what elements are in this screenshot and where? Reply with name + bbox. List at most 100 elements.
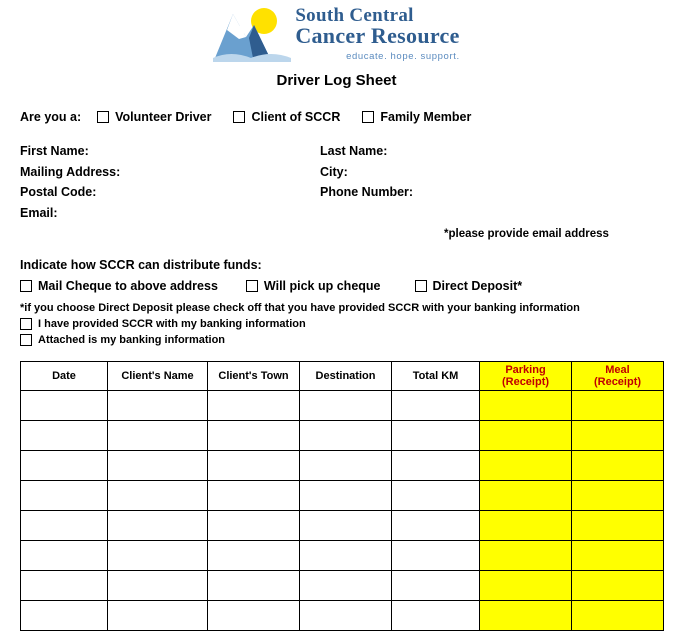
- cell-total-km[interactable]: [391, 509, 480, 541]
- checkbox-option-family-member[interactable]: Family Member: [362, 110, 471, 124]
- checkbox-option-attached-banking-info[interactable]: Attached is my banking information: [20, 332, 653, 348]
- logo-tagline: educate. hope. support.: [346, 50, 460, 62]
- cell-clients-town[interactable]: [207, 539, 300, 571]
- checkbox-option-mail-cheque[interactable]: Mail Cheque to above address: [20, 279, 218, 293]
- cell-total-km[interactable]: [391, 479, 480, 511]
- cell-total-km[interactable]: [391, 389, 480, 421]
- logo-header: South Central Cancer Resource educate. h…: [0, 0, 673, 62]
- cell-date[interactable]: [20, 509, 108, 541]
- cell-clients-name[interactable]: [107, 449, 208, 481]
- cell-clients-town[interactable]: [207, 479, 300, 511]
- checkbox-option-volunteer-driver[interactable]: Volunteer Driver: [97, 110, 211, 124]
- cell-date[interactable]: [20, 389, 108, 421]
- cell-date[interactable]: [20, 479, 108, 511]
- checkbox-label: Attached is my banking information: [38, 333, 226, 346]
- cell-date[interactable]: [20, 569, 108, 601]
- cell-total-km[interactable]: [391, 419, 480, 451]
- cell-clients-name[interactable]: [107, 479, 208, 511]
- cell-clients-town[interactable]: [207, 419, 300, 451]
- checkbox-icon[interactable]: [20, 333, 32, 346]
- table-header-meal-line1: Meal: [605, 363, 630, 376]
- cell-meal[interactable]: [571, 569, 664, 601]
- field-row: First Name: Last Name:: [20, 141, 653, 162]
- table-row[interactable]: [20, 389, 664, 421]
- checkbox-icon[interactable]: [245, 279, 258, 292]
- cell-total-km[interactable]: [391, 539, 480, 571]
- cell-total-km[interactable]: [391, 569, 480, 601]
- cell-meal[interactable]: [571, 599, 664, 631]
- cell-destination[interactable]: [299, 599, 392, 631]
- table-row[interactable]: [20, 449, 664, 481]
- cell-clients-name[interactable]: [107, 509, 208, 541]
- cell-clients-name[interactable]: [107, 539, 208, 571]
- page-title: Driver Log Sheet: [276, 72, 397, 89]
- are-you-a-label: Are you a:: [20, 110, 82, 124]
- table-header-parking-line2: (Receipt): [501, 375, 550, 388]
- table-header-clients-town: Client's Town: [207, 360, 300, 391]
- cell-parking[interactable]: [479, 419, 572, 451]
- cell-date[interactable]: [20, 419, 108, 451]
- cell-meal[interactable]: [571, 479, 664, 511]
- checkbox-icon[interactable]: [362, 111, 375, 123]
- cell-destination[interactable]: [299, 569, 392, 601]
- driver-log-sheet-page: South Central Cancer Resource educate. h…: [0, 0, 673, 641]
- checkbox-option-provided-banking-info[interactable]: I have provided SCCR with my banking inf…: [20, 316, 653, 332]
- cell-date[interactable]: [20, 599, 108, 631]
- cell-meal[interactable]: [571, 419, 664, 451]
- cell-meal[interactable]: [571, 509, 664, 541]
- table-header-meal: Meal (Receipt): [571, 360, 664, 391]
- cell-clients-town[interactable]: [207, 449, 300, 481]
- table-row[interactable]: [20, 509, 664, 541]
- cell-destination[interactable]: [299, 509, 392, 541]
- checkbox-icon[interactable]: [414, 279, 427, 292]
- table-row[interactable]: [20, 419, 664, 451]
- cell-clients-name[interactable]: [107, 599, 208, 631]
- cell-clients-town[interactable]: [207, 599, 300, 631]
- cell-destination[interactable]: [299, 419, 392, 451]
- checkbox-label: I have provided SCCR with my banking inf…: [38, 317, 306, 330]
- direct-deposit-note: *if you choose Direct Deposit please che…: [20, 301, 580, 314]
- checkbox-option-client-of-sccr[interactable]: Client of SCCR: [233, 110, 340, 124]
- cell-destination[interactable]: [299, 389, 392, 421]
- cell-destination[interactable]: [299, 479, 392, 511]
- checkbox-icon[interactable]: [233, 111, 246, 123]
- checkbox-option-direct-deposit[interactable]: Direct Deposit*: [414, 279, 522, 293]
- cell-clients-name[interactable]: [107, 389, 208, 421]
- cell-parking[interactable]: [479, 539, 572, 571]
- cell-meal[interactable]: [571, 539, 664, 571]
- table-header-destination: Destination: [299, 360, 392, 391]
- cell-date[interactable]: [20, 539, 108, 571]
- driver-log-table: Date Client's Name Client's Town Destina…: [20, 360, 664, 631]
- table-body: [20, 389, 664, 631]
- cell-total-km[interactable]: [391, 449, 480, 481]
- logo-wordmark: South Central Cancer Resource educate. h…: [295, 4, 459, 62]
- cell-destination[interactable]: [299, 449, 392, 481]
- checkbox-icon[interactable]: [20, 317, 32, 330]
- cell-parking[interactable]: [479, 389, 572, 421]
- cell-parking[interactable]: [479, 569, 572, 601]
- table-row[interactable]: [20, 539, 664, 571]
- cell-clients-name[interactable]: [107, 419, 208, 451]
- cell-parking[interactable]: [479, 479, 572, 511]
- cell-clients-name[interactable]: [107, 569, 208, 601]
- checkbox-option-pick-up-cheque[interactable]: Will pick up cheque: [245, 279, 381, 293]
- cell-date[interactable]: [20, 449, 108, 481]
- cell-clients-town[interactable]: [207, 569, 300, 601]
- cell-clients-town[interactable]: [207, 509, 300, 541]
- cell-meal[interactable]: [571, 449, 664, 481]
- cell-parking[interactable]: [479, 449, 572, 481]
- cell-clients-town[interactable]: [207, 389, 300, 421]
- cell-meal[interactable]: [571, 389, 664, 421]
- checkbox-icon[interactable]: [20, 279, 32, 292]
- cell-parking[interactable]: [479, 509, 572, 541]
- contact-fields: First Name: Last Name: Mailing Address: …: [20, 141, 653, 245]
- cell-total-km[interactable]: [391, 599, 480, 631]
- cell-parking[interactable]: [479, 599, 572, 631]
- table-header-total-km: Total KM: [391, 360, 480, 391]
- table-row[interactable]: [20, 479, 664, 511]
- table-row[interactable]: [20, 569, 664, 601]
- checkbox-icon[interactable]: [97, 111, 110, 123]
- table-header-meal-line2: (Receipt): [593, 375, 642, 388]
- cell-destination[interactable]: [299, 539, 392, 571]
- table-row[interactable]: [20, 599, 664, 631]
